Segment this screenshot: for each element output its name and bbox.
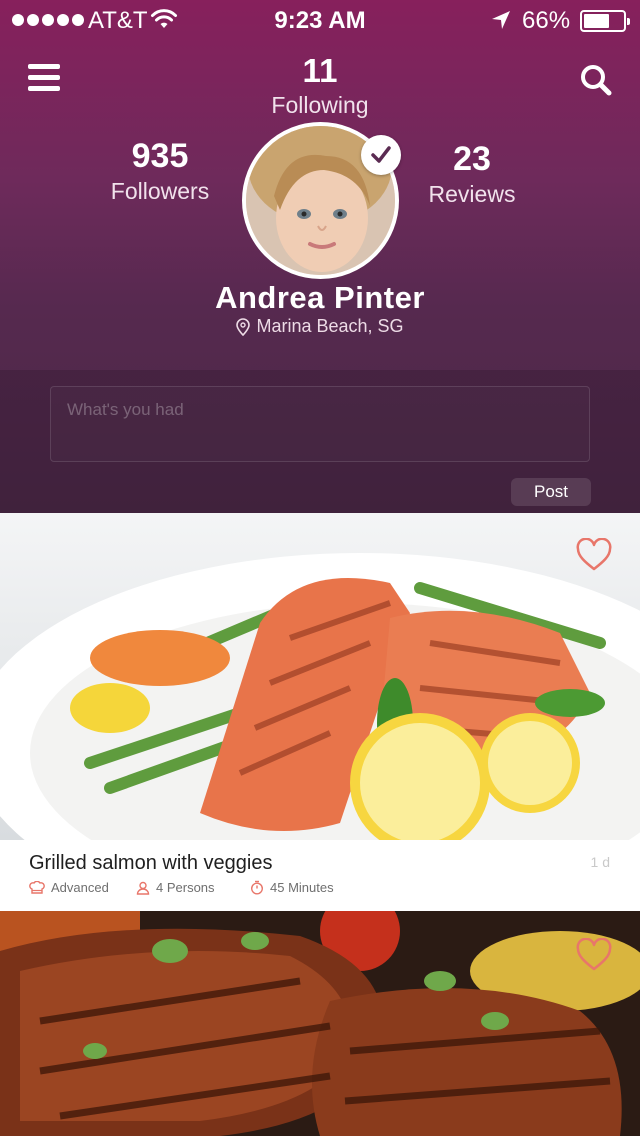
heart-icon (576, 537, 612, 571)
recipe-title: Grilled salmon with veggies (29, 852, 273, 874)
reviews-stat[interactable]: 23 Reviews (412, 140, 532, 208)
profile-name: Andrea Pinter (215, 280, 425, 315)
feed-item-image[interactable] (0, 911, 640, 1136)
duration-meta: 45 Minutes (250, 880, 334, 895)
stopwatch-icon (250, 880, 264, 895)
profile-header: AT&T 9:23 AM 66% 11 Following 935 Follow… (0, 0, 640, 513)
post-button[interactable]: Post (511, 478, 591, 506)
feed-item-details[interactable]: Grilled salmon with veggies 1 d Advanced… (0, 840, 640, 911)
post-age: 1 d (590, 854, 610, 870)
following-count: 11 (302, 52, 338, 89)
verified-badge (361, 135, 401, 175)
following-stat[interactable]: 11 Following (220, 52, 420, 119)
difficulty-meta: Advanced (29, 880, 109, 895)
duration-text: 45 Minutes (270, 880, 334, 895)
heart-icon (576, 937, 612, 971)
followers-label: Followers (110, 178, 210, 204)
map-pin-icon (236, 317, 251, 336)
hamburger-icon (28, 64, 60, 91)
like-button[interactable] (575, 937, 613, 972)
search-button[interactable] (578, 62, 614, 98)
battery-percentage: 66% (522, 7, 571, 34)
persons-meta: 4 Persons (136, 880, 215, 895)
like-button[interactable] (575, 537, 613, 572)
profile-location: Marina Beach, SG (0, 316, 640, 337)
followers-count: 935 (131, 137, 189, 175)
post-composer (50, 386, 590, 462)
menu-button[interactable] (28, 64, 60, 96)
checkmark-icon (371, 146, 391, 163)
post-input[interactable] (51, 387, 589, 461)
following-label: Following (271, 92, 369, 118)
battery-icon (580, 10, 630, 32)
person-icon (136, 881, 150, 895)
location-arrow-icon (490, 9, 512, 36)
chef-hat-icon (29, 880, 45, 894)
feed-item-image[interactable] (0, 513, 640, 840)
followers-stat[interactable]: 935 Followers (90, 137, 230, 205)
location-text: Marina Beach, SG (256, 316, 404, 336)
status-bar: AT&T 9:23 AM 66% (0, 0, 640, 40)
persons-text: 4 Persons (156, 880, 215, 895)
search-icon (581, 65, 612, 96)
reviews-label: Reviews (428, 181, 516, 207)
reviews-count: 23 (453, 140, 491, 178)
difficulty-text: Advanced (51, 880, 109, 895)
